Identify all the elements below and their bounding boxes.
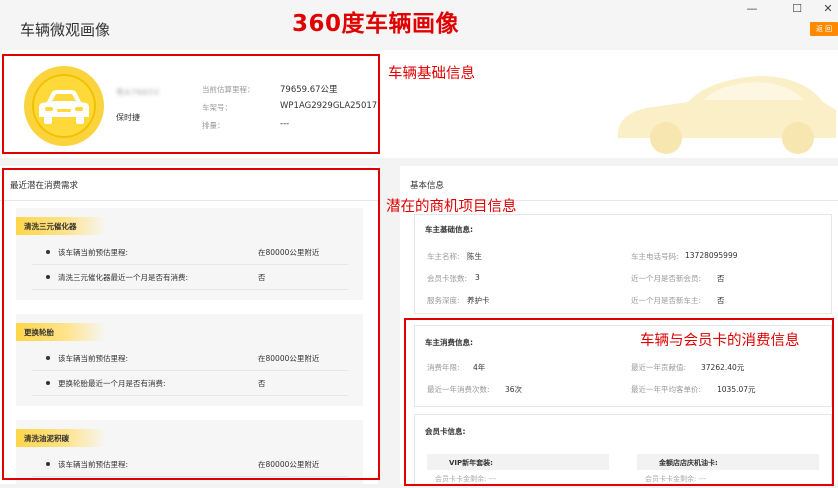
maximize-icon[interactable]: ☐ <box>790 2 804 15</box>
card-count-label: 会员卡张数: <box>427 274 468 283</box>
owner-info-box: 车主基础信息: 车主名称: 陈生 会员卡张数: 3 服务深度: 养护卡 车主电话… <box>414 214 832 314</box>
card-count-value: 3 <box>475 273 480 282</box>
owner-name-label: 车主名称: <box>427 252 460 261</box>
service-depth-value: 养护卡 <box>467 296 490 305</box>
annotation-potential: 潜在的商机项目信息 <box>386 199 517 215</box>
new-owner-value: 否 <box>717 296 725 305</box>
owner-name-value: 陈生 <box>467 252 482 261</box>
owner-phone-value: 13728095999 <box>685 251 738 260</box>
new-member-label: 近一个月是否新会员: <box>631 274 702 283</box>
minimize-icon[interactable]: — <box>745 2 759 15</box>
back-button[interactable]: 返 回 <box>810 22 838 36</box>
annotation-basic: 车辆基础信息 <box>388 66 475 82</box>
owner-info-head: 车主基础信息: <box>425 225 473 234</box>
basic-info-title: 基本信息 <box>410 181 445 191</box>
page-title: 车辆微观画像 <box>20 21 111 39</box>
annotation-box-basic <box>2 54 380 154</box>
new-member-value: 否 <box>717 274 725 283</box>
car-silhouette-icon <box>618 76 836 154</box>
close-icon[interactable]: ✕ <box>821 2 835 15</box>
service-depth-label: 服务深度: <box>427 296 460 305</box>
title-bar: 车辆微观画像 360度车辆画像 — ☐ ✕ 返 回 <box>0 0 838 50</box>
annotation-main-title: 360度车辆画像 <box>292 11 460 37</box>
annotation-consumption: 车辆与会员卡的消费信息 <box>640 333 800 349</box>
owner-phone-label: 车主电话号码: <box>631 252 679 261</box>
annotation-box-potential <box>2 168 380 480</box>
new-owner-label: 近一个月是否新车主: <box>631 296 702 305</box>
